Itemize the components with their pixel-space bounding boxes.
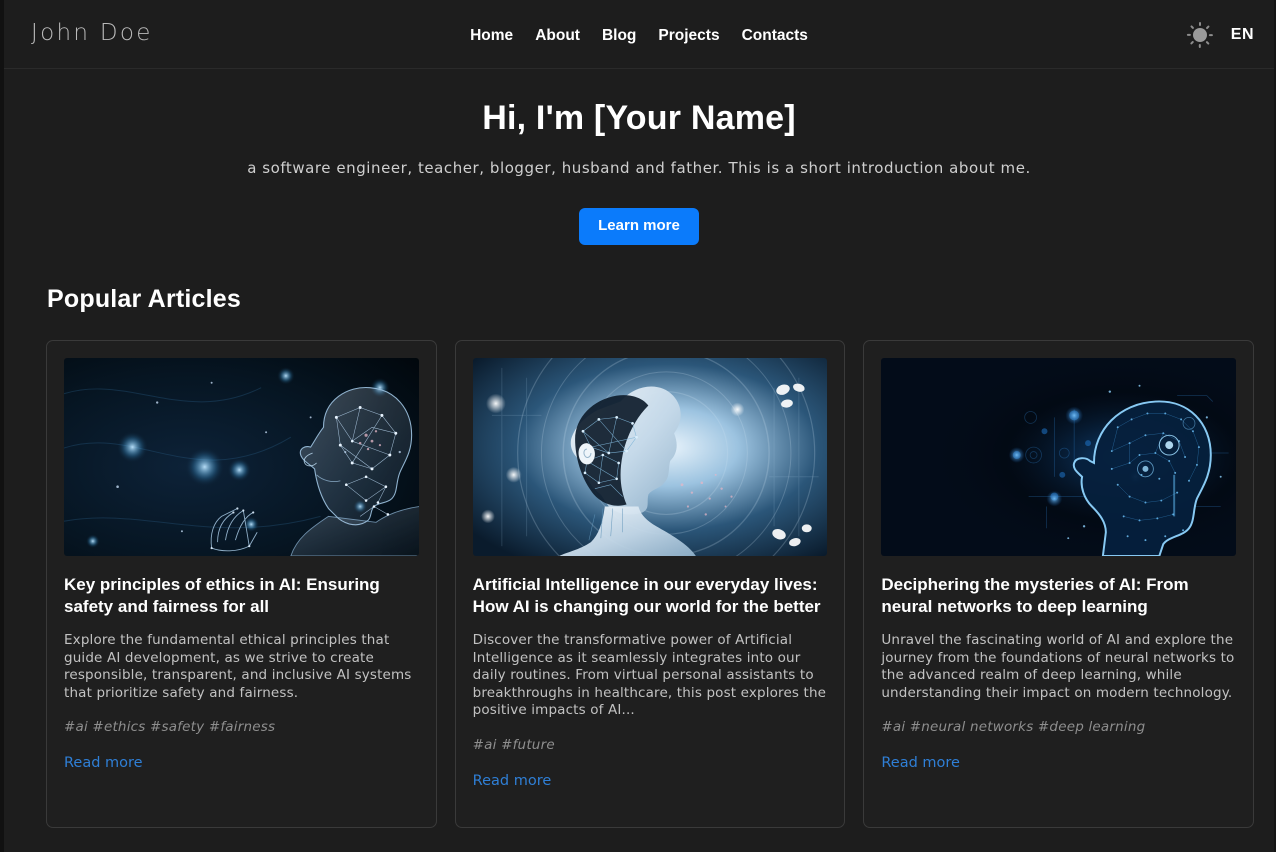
main-navigation: Home About Blog Projects Contacts bbox=[4, 26, 1274, 45]
sun-ray bbox=[1189, 25, 1195, 30]
article-title: Deciphering the mysteries of AI: From ne… bbox=[881, 575, 1189, 616]
article-card[interactable]: Deciphering the mysteries of AI: From ne… bbox=[863, 340, 1255, 828]
hero-section: Hi, I'm [Your Name] a software engineer,… bbox=[4, 69, 1274, 245]
sun-ray bbox=[1198, 22, 1201, 26]
article-tags: #ai #neural networks #deep learning bbox=[881, 719, 1146, 735]
header-actions: EN bbox=[1186, 22, 1254, 48]
article-card[interactable]: Artificial Intelligence in our everyday … bbox=[454, 340, 846, 828]
page-title: Hi, I'm [Your Name] bbox=[482, 99, 796, 137]
article-excerpt: Discover the transformative power of Art… bbox=[472, 632, 827, 718]
read-more-link[interactable]: Read more bbox=[64, 754, 419, 772]
article-image-everyday-ai bbox=[472, 358, 828, 556]
learn-more-button[interactable]: Learn more bbox=[579, 208, 699, 245]
sun-core bbox=[1192, 28, 1207, 42]
sun-icon[interactable] bbox=[1186, 22, 1213, 48]
sun-ray bbox=[1186, 34, 1191, 36]
hero-cta-wrapper: Learn more bbox=[4, 208, 1274, 245]
site-header: John Doe Home About Blog Projects Contac… bbox=[4, 0, 1274, 69]
read-more-link[interactable]: Read more bbox=[473, 772, 828, 790]
article-tags: #ai #future bbox=[472, 736, 555, 753]
sun-ray bbox=[1208, 34, 1213, 36]
article-image-ethics bbox=[64, 358, 419, 556]
nav-item-blog[interactable]: Blog bbox=[602, 26, 636, 45]
article-title: Key principles of ethics in AI: Ensuring… bbox=[64, 575, 380, 616]
article-card-list: Key principles of ethics in AI: Ensuring… bbox=[4, 340, 1274, 828]
read-more-link[interactable]: Read more bbox=[881, 754, 1236, 772]
sun-ray bbox=[1205, 25, 1210, 30]
popular-articles-heading: Popular Articles bbox=[47, 285, 241, 313]
article-title: Artificial Intelligence in our everyday … bbox=[472, 575, 821, 616]
page-root: John Doe Home About Blog Projects Contac… bbox=[0, 0, 1276, 852]
article-card[interactable]: Key principles of ethics in AI: Ensuring… bbox=[46, 340, 437, 828]
nav-item-projects[interactable]: Projects bbox=[658, 26, 719, 45]
sun-ray bbox=[1198, 44, 1201, 48]
hero-subtitle: a software engineer, teacher, blogger, h… bbox=[247, 159, 1031, 177]
article-image-neural-networks bbox=[881, 358, 1237, 556]
sun-ray bbox=[1205, 40, 1210, 45]
language-switcher[interactable]: EN bbox=[1231, 26, 1254, 44]
nav-item-home[interactable]: Home bbox=[470, 26, 513, 45]
sun-ray bbox=[1189, 40, 1195, 45]
article-excerpt: Unravel the fascinating world of AI and … bbox=[881, 632, 1235, 701]
nav-item-about[interactable]: About bbox=[535, 26, 580, 45]
article-tags: #ai #ethics #safety #fairness bbox=[64, 719, 276, 735]
article-excerpt: Explore the fundamental ethical principl… bbox=[64, 632, 412, 701]
nav-item-contacts[interactable]: Contacts bbox=[742, 26, 808, 45]
